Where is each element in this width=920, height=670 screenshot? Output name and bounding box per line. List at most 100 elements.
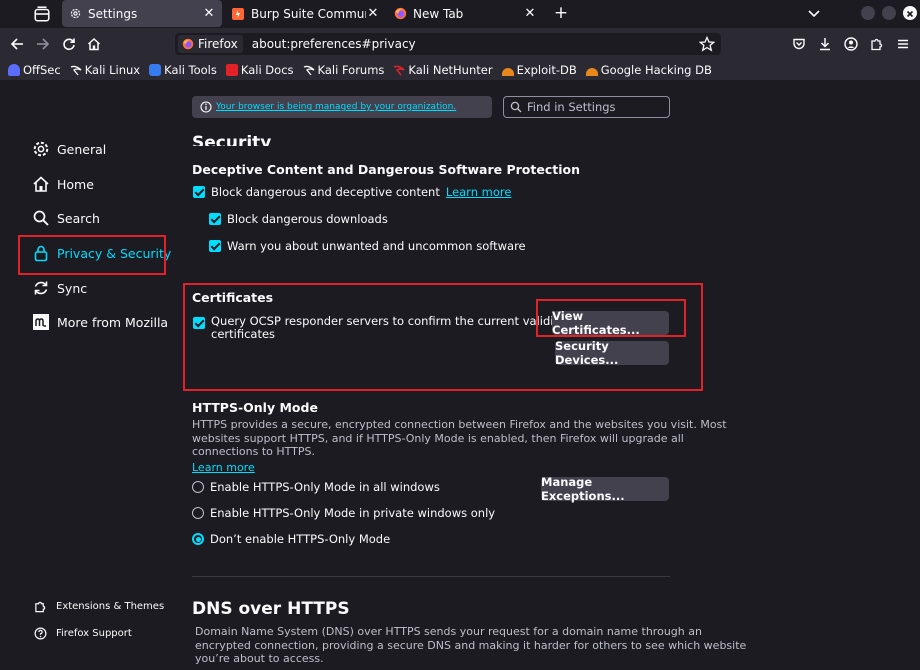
back-button[interactable] — [9, 36, 25, 52]
block-deceptive-checkbox[interactable]: Block dangerous and deceptive content Le… — [193, 186, 511, 199]
section-divider — [192, 576, 670, 577]
close-tab-icon[interactable]: ✕ — [523, 6, 537, 21]
reload-button[interactable] — [61, 36, 77, 52]
bookmark-kali-docs[interactable]: Kali Docs — [225, 63, 294, 77]
close-tab-icon[interactable]: ✕ — [366, 6, 380, 21]
security-devices-button[interactable]: Security Devices... — [555, 339, 669, 367]
tab-title: Settings — [88, 6, 138, 21]
forward-button[interactable] — [35, 36, 51, 52]
tab-settings[interactable]: Settings ✕ — [62, 0, 222, 27]
radio-unselected[interactable] — [192, 481, 204, 493]
tab-burp-suite[interactable]: Burp Suite Community Ed ✕ — [229, 0, 384, 27]
firefox-support-link[interactable]: Firefox Support — [34, 627, 132, 640]
sidebar-item-home[interactable]: Home — [32, 172, 94, 196]
firefox-view-icon[interactable] — [33, 5, 51, 23]
block-downloads-label: Block dangerous downloads — [227, 212, 388, 226]
offsec-icon — [8, 64, 20, 76]
burp-suite-icon — [231, 7, 245, 21]
minimize-button[interactable] — [861, 6, 875, 20]
https-disabled-radio[interactable]: Don’t enable HTTPS-Only Mode — [192, 532, 390, 546]
chevron-down-icon[interactable] — [806, 5, 822, 21]
radio-label: Don’t enable HTTPS-Only Mode — [210, 532, 391, 546]
ocsp-checkbox[interactable]: Query OCSP responder servers to confirm … — [193, 315, 580, 341]
sidebar-item-label: More from Mozilla — [57, 314, 169, 330]
policy-link[interactable]: Your browser is being managed by your or… — [216, 102, 456, 112]
hamburger-menu-icon — [898, 39, 908, 49]
ghdb-icon — [585, 67, 598, 76]
identity-box[interactable]: Firefox — [178, 35, 243, 53]
firefox-icon — [393, 7, 407, 21]
sidebar-item-label: Sync — [57, 280, 88, 296]
sidebar-item-general[interactable]: General — [32, 137, 106, 161]
dns-desc-line1: Domain Name System (DNS) over HTTPS send… — [195, 625, 702, 638]
url-input[interactable]: about:preferences#privacy — [252, 37, 416, 51]
sidebar-item-search[interactable]: Search — [32, 206, 100, 230]
pocket-icon — [793, 38, 805, 50]
https-only-description: HTTPS provides a secure, encrypted conne… — [192, 418, 727, 459]
tab-strip: Settings ✕ Burp Suite Community Ed ✕ New… — [0, 0, 920, 28]
close-icon — [906, 10, 914, 18]
bookmark-star-icon[interactable] — [699, 36, 715, 52]
info-icon — [200, 101, 212, 113]
checkbox-checked[interactable] — [193, 186, 205, 198]
bookmark-offsec[interactable]: OffSec — [8, 63, 61, 77]
kali-docs-icon — [225, 64, 238, 76]
dns-over-https-heading: DNS over HTTPS — [192, 599, 350, 619]
deceptive-content-heading: Deceptive Content and Dangerous Software… — [192, 162, 580, 177]
arrow-left-icon — [10, 38, 23, 50]
nethunter-icon — [393, 64, 405, 76]
puzzle-icon — [871, 38, 883, 51]
checkbox-checked[interactable] — [193, 317, 205, 329]
new-tab-button[interactable]: + — [552, 4, 570, 22]
maximize-button[interactable] — [882, 6, 896, 20]
pocket-button[interactable] — [791, 36, 807, 52]
sidebar-item-sync[interactable]: Sync — [32, 276, 87, 300]
close-window-button[interactable] — [903, 6, 917, 20]
tab-new-tab[interactable]: New Tab ✕ — [391, 0, 541, 27]
navigation-toolbar: Firefox about:preferences#privacy — [0, 28, 920, 60]
url-bar[interactable]: Firefox about:preferences#privacy — [175, 33, 721, 55]
bookmark-kali-linux[interactable]: Kali Linux — [70, 63, 140, 77]
find-placeholder: Find in Settings — [527, 100, 616, 114]
dns-desc-line3: you’re about to access. — [195, 652, 324, 665]
radio-selected[interactable] — [192, 533, 204, 545]
bookmark-google-hacking-db[interactable]: Google Hacking DB — [585, 63, 712, 77]
bookmark-kali-tools[interactable]: Kali Tools — [149, 63, 217, 77]
bookmark-label: Kali Docs — [240, 63, 294, 77]
bookmark-kali-forums[interactable]: Kali Forums — [303, 63, 385, 77]
bookmark-label: Google Hacking DB — [600, 63, 712, 77]
dns-description: Domain Name System (DNS) over HTTPS send… — [195, 625, 746, 666]
https-all-windows-radio[interactable]: Enable HTTPS-Only Mode in all windows — [192, 480, 440, 494]
warn-unwanted-label: Warn you about unwanted and uncommon sof… — [227, 239, 526, 253]
puzzle-icon — [35, 601, 46, 613]
bookmark-label: OffSec — [23, 63, 61, 77]
checkbox-checked[interactable] — [209, 213, 221, 225]
close-tab-icon[interactable]: ✕ — [202, 6, 216, 21]
learn-more-link[interactable]: Learn more — [446, 186, 512, 199]
kali-dragon-icon — [70, 64, 82, 76]
find-in-settings-input[interactable]: Find in Settings — [503, 96, 670, 118]
warn-unwanted-checkbox[interactable]: Warn you about unwanted and uncommon sof… — [209, 240, 526, 253]
bookmark-kali-nethunter[interactable]: Kali NetHunter — [393, 63, 493, 77]
sidebar-item-label: Home — [57, 176, 94, 192]
checkbox-checked[interactable] — [209, 240, 221, 252]
https-learn-more-link[interactable]: Learn more — [192, 461, 255, 474]
home-button[interactable] — [86, 36, 102, 52]
account-button[interactable] — [843, 36, 859, 52]
extensions-themes-link[interactable]: Extensions & Themes — [34, 600, 164, 613]
extensions-button[interactable] — [869, 36, 885, 52]
sidebar-item-more-from-mozilla[interactable]: More from Mozilla — [32, 310, 168, 334]
sidebar-item-label: Search — [57, 210, 100, 226]
manage-exceptions-button[interactable]: Manage Exceptions... — [541, 475, 669, 503]
bookmark-label: Kali Forums — [317, 63, 385, 77]
block-downloads-checkbox[interactable]: Block dangerous downloads — [209, 213, 388, 226]
radio-label: Enable HTTPS-Only Mode in private window… — [210, 506, 496, 520]
tab-title: Burp Suite Community Ed — [251, 6, 366, 21]
bookmark-exploit-db[interactable]: Exploit-DB — [501, 63, 577, 77]
radio-unselected[interactable] — [192, 507, 204, 519]
downloads-button[interactable] — [817, 36, 833, 52]
preferences-page: Your browser is being managed by your or… — [0, 80, 920, 670]
https-private-windows-radio[interactable]: Enable HTTPS-Only Mode in private window… — [192, 506, 495, 520]
arrow-right-icon — [37, 38, 50, 50]
app-menu-button[interactable] — [895, 36, 911, 52]
